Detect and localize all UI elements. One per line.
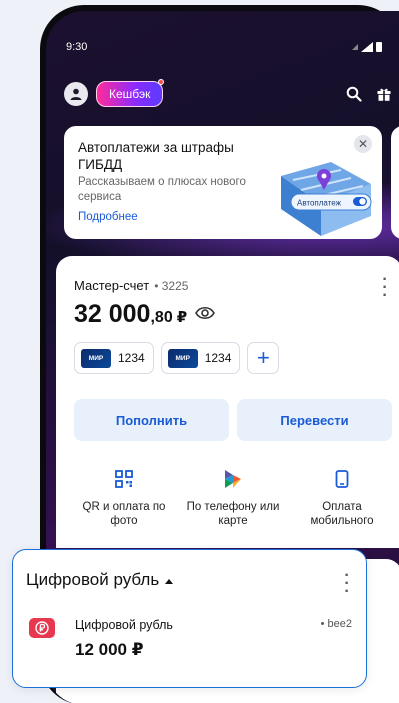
card-last4: 1234 — [118, 351, 145, 365]
account-balance: 32 000 ,80 ₽ — [74, 300, 216, 329]
mir-card-icon: МИР — [167, 348, 198, 368]
wifi-icon — [352, 44, 358, 50]
account-number: • 3225 — [154, 278, 189, 293]
digital-ruble-account[interactable]: Цифровой рубль 12 000 ₽ • bee2 — [29, 618, 352, 660]
quick-action-qr[interactable]: QR и оплата по фото — [74, 468, 174, 528]
digital-ruble-title: Цифровой рубль — [26, 570, 160, 589]
profile-avatar[interactable] — [64, 82, 88, 106]
close-icon[interactable]: ✕ — [354, 135, 372, 153]
card-chip[interactable]: МИР 1234 — [160, 342, 241, 374]
status-icons — [352, 42, 382, 52]
quick-action-label: QR и оплата по фото — [82, 501, 166, 527]
card-last4: 1234 — [204, 351, 232, 365]
linked-cards: МИР 1234 МИР 1234 + — [74, 342, 280, 374]
topup-button[interactable]: Пополнить — [74, 399, 229, 441]
digital-ruble-amount: 12 000 ₽ — [75, 640, 144, 659]
promo-subtitle: Рассказываем о плюсах нового сервиса — [78, 176, 246, 203]
balance-currency: ₽ — [176, 309, 188, 326]
search-icon[interactable] — [346, 86, 362, 102]
digital-ruble-tag: • bee2 — [320, 618, 352, 630]
autopay-art-label: Автоплатеж — [297, 199, 342, 208]
ruble-icon — [29, 618, 55, 638]
promo-title: Автоплатежи за штрафы ГИБДД — [78, 140, 234, 172]
account-name: Мастер-счет — [74, 278, 150, 293]
top-bar-actions — [346, 86, 392, 102]
digital-ruble-header[interactable]: Цифровой рубль — [26, 570, 174, 590]
mir-card-icon: МИР — [81, 348, 111, 368]
status-time: 9:30 — [66, 41, 88, 53]
top-bar: Кешбэк — [64, 79, 392, 109]
map-illustration: Автоплатеж — [281, 162, 372, 236]
quick-action-label: Оплата мобильного — [310, 501, 374, 527]
caret-up-icon — [165, 578, 174, 584]
status-bar: 9:30 — [66, 38, 382, 56]
user-icon — [70, 88, 82, 100]
more-icon[interactable]: · · · — [380, 272, 390, 304]
quick-action-mobile[interactable]: Оплата мобильного — [292, 468, 392, 528]
promo-banner[interactable]: Автоплатежи за штрафы ГИБДД Рассказываем… — [64, 126, 382, 239]
cashback-label: Кешбэк — [109, 87, 151, 101]
quick-action-label: По телефону или карте — [186, 501, 280, 527]
account-actions: Пополнить Перевести — [74, 399, 392, 441]
quick-action-sbp[interactable]: По телефону или карте — [183, 468, 283, 528]
more-icon[interactable]: · · · — [342, 568, 352, 600]
phone-icon — [335, 470, 349, 488]
signal-icon — [361, 42, 373, 52]
next-promo-peek[interactable] — [391, 126, 399, 239]
balance-integer: 32 000 — [74, 300, 151, 328]
gift-icon[interactable] — [376, 86, 392, 102]
account-card: Мастер-счет • 3225 · · · 32 000 ,80 ₽ МИР … — [56, 256, 399, 548]
quick-actions: QR и оплата по фото По телефону или карт… — [74, 468, 392, 528]
account-header[interactable]: Мастер-счет • 3225 — [74, 278, 188, 293]
transfer-button[interactable]: Перевести — [237, 399, 392, 441]
eye-icon[interactable] — [195, 306, 216, 320]
cashback-button[interactable]: Кешбэк — [96, 79, 165, 107]
notification-dot — [158, 79, 165, 85]
battery-icon — [376, 42, 382, 52]
card-chip[interactable]: МИР 1234 — [74, 342, 154, 374]
digital-ruble-info: Цифровой рубль 12 000 ₽ — [75, 618, 173, 660]
balance-fraction: ,80 — [150, 309, 173, 326]
digital-ruble-card[interactable]: Цифровой рубль · · · Цифровой рубль 12 000… — [12, 549, 367, 688]
digital-ruble-account-name: Цифровой рубль — [75, 618, 173, 632]
qr-icon — [115, 470, 133, 488]
sbp-icon — [225, 470, 241, 488]
add-card-button[interactable]: + — [247, 342, 280, 374]
